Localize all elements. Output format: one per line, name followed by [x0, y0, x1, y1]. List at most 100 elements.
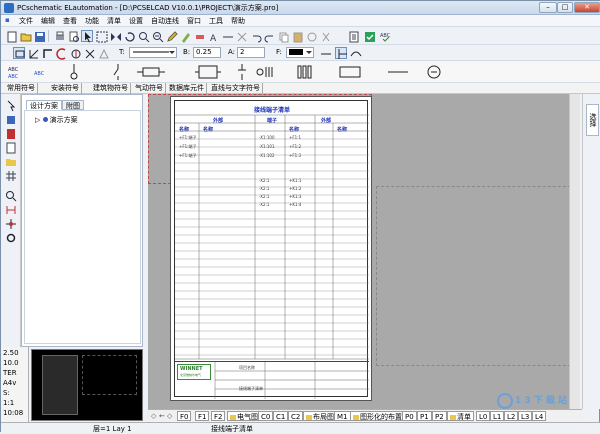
spellcheck-icon[interactable]: ABC: [379, 30, 391, 42]
page-tab-graphic-layout[interactable]: 图形化的布置: [350, 411, 405, 421]
tab-attached-drawing[interactable]: 附图: [62, 100, 84, 110]
menu-view[interactable]: 查看: [63, 16, 77, 26]
symbol-terminal[interactable]: [65, 63, 83, 81]
symbol-motor-group[interactable]: [255, 63, 277, 81]
overview-minimap[interactable]: [31, 349, 143, 421]
prev-page-icon[interactable]: ◇: [151, 412, 156, 420]
connect-icon[interactable]: [5, 218, 17, 230]
maximize-button[interactable]: □: [557, 2, 573, 13]
close-button[interactable]: ✕: [574, 2, 600, 13]
tab-select[interactable]: 选择: [586, 104, 599, 136]
page-tab-c0[interactable]: C0: [258, 411, 274, 421]
symbol-abc[interactable]: ABC ABC: [5, 63, 27, 81]
symbol-abc-2[interactable]: ABC: [33, 63, 47, 81]
zoom-out-icon[interactable]: [151, 30, 164, 43]
new-file-icon[interactable]: [5, 30, 17, 43]
wire-route-icon[interactable]: [5, 204, 17, 216]
pointer-icon[interactable]: [5, 100, 17, 112]
tab-common-symbols[interactable]: 常用符号: [5, 83, 38, 94]
page-tab-list[interactable]: 清单: [447, 411, 474, 421]
color-select[interactable]: [286, 47, 314, 58]
multi-select-icon[interactable]: [95, 30, 108, 43]
page-tab-p2[interactable]: P2: [432, 411, 447, 421]
settings-gear-icon[interactable]: [5, 232, 17, 244]
page-tab-f0[interactable]: F0: [177, 411, 192, 421]
redo-icon[interactable]: [263, 30, 275, 43]
vertical-scrollbar[interactable]: [569, 94, 580, 409]
symbol-contact[interactable]: [233, 63, 251, 81]
page-tab-electrical[interactable]: 电气图: [227, 411, 261, 421]
delete-icon[interactable]: [235, 30, 247, 42]
curve-icon[interactable]: [349, 47, 362, 59]
edit-icon[interactable]: [179, 30, 191, 43]
symbol-box[interactable]: [337, 63, 363, 81]
page-tab-l3[interactable]: L3: [518, 411, 533, 421]
next-page-icon[interactable]: ◇: [167, 412, 172, 420]
zoom-in-icon[interactable]: [137, 30, 150, 43]
select-tool-icon[interactable]: [81, 30, 93, 43]
page-tab-l4[interactable]: L4: [532, 411, 547, 421]
menu-auto-wire[interactable]: 自动连线: [151, 16, 179, 26]
print-preview-icon[interactable]: [67, 30, 79, 42]
tab-line-text-symbols[interactable]: 直线与文字符号: [209, 83, 263, 94]
symbol-coil[interactable]: [195, 63, 221, 81]
tab-building-symbols[interactable]: 建筑物符号: [91, 83, 131, 94]
menu-edit[interactable]: 编辑: [41, 16, 55, 26]
page-tab-l2[interactable]: L2: [504, 411, 519, 421]
print-icon[interactable]: [53, 30, 65, 42]
symbol-motor[interactable]: [425, 63, 443, 81]
expand-icon[interactable]: ▷: [35, 116, 43, 124]
rotate-icon[interactable]: [123, 30, 135, 42]
menu-list[interactable]: 清单: [107, 16, 121, 26]
pencil-icon[interactable]: [165, 30, 178, 42]
page-tab-layout[interactable]: 布局图: [303, 411, 337, 421]
drawing-canvas[interactable]: 接线端子清单 外部 端子 外部 名称 名称 名称 名称 +F1:端子 -X1:1…: [148, 94, 580, 409]
triangle-tool-icon[interactable]: [97, 47, 109, 59]
check-icon[interactable]: [363, 30, 375, 42]
page-tab-l1[interactable]: L1: [490, 411, 505, 421]
wire-icon[interactable]: [221, 30, 233, 42]
circle-tool-icon[interactable]: [69, 47, 81, 59]
line-tool-icon[interactable]: [27, 47, 39, 59]
menu-help[interactable]: 帮助: [231, 16, 245, 26]
menu-tools[interactable]: 工具: [209, 16, 223, 26]
symbol-fuses[interactable]: [295, 63, 313, 81]
refresh-icon[interactable]: [305, 30, 317, 42]
undo-icon[interactable]: [249, 30, 262, 43]
page-tab-c2[interactable]: C2: [288, 411, 304, 421]
page-icon[interactable]: [5, 142, 17, 154]
grid-icon[interactable]: [5, 170, 17, 182]
symbol-switch[interactable]: [109, 63, 127, 81]
align-icon[interactable]: [335, 47, 347, 59]
polyline-tool-icon[interactable]: [83, 47, 95, 59]
paste-icon[interactable]: [291, 30, 303, 43]
open-folder-icon[interactable]: [19, 30, 32, 42]
arc-tool-icon[interactable]: [55, 47, 67, 60]
folder-icon[interactable]: [5, 156, 17, 168]
mirror-icon[interactable]: [109, 30, 121, 42]
copy-icon[interactable]: [277, 30, 289, 43]
text-size-select[interactable]: 2: [237, 47, 265, 58]
page-tab-f1[interactable]: F1: [195, 411, 210, 421]
tab-pneumatic-symbols[interactable]: 气动符号: [133, 83, 166, 94]
menu-window[interactable]: 窗口: [187, 16, 201, 26]
text-icon[interactable]: A: [207, 30, 219, 43]
next-page-arrow-icon[interactable]: ←: [159, 412, 165, 420]
menu-function[interactable]: 功能: [85, 16, 99, 26]
save-icon[interactable]: [33, 30, 45, 42]
page-tab-m1[interactable]: M1: [334, 411, 351, 421]
page-tab-c1[interactable]: C1: [273, 411, 289, 421]
eraser-icon[interactable]: [193, 30, 205, 42]
menu-settings[interactable]: 设置: [129, 16, 143, 26]
line-ends-icon[interactable]: [319, 47, 331, 59]
book-icon[interactable]: [5, 128, 17, 140]
document-icon[interactable]: [347, 30, 359, 43]
tree-node-root[interactable]: ▷ 演示方案: [35, 115, 78, 125]
cut-icon[interactable]: [319, 30, 331, 42]
corner-tool-icon[interactable]: [41, 47, 53, 59]
symbol-line[interactable]: [387, 63, 409, 81]
page-tab-p0[interactable]: P0: [402, 411, 417, 421]
menu-app-icon[interactable]: ▪: [5, 16, 10, 24]
line-style-select[interactable]: [129, 47, 177, 58]
tab-design-scheme[interactable]: 设计方案: [26, 100, 62, 110]
